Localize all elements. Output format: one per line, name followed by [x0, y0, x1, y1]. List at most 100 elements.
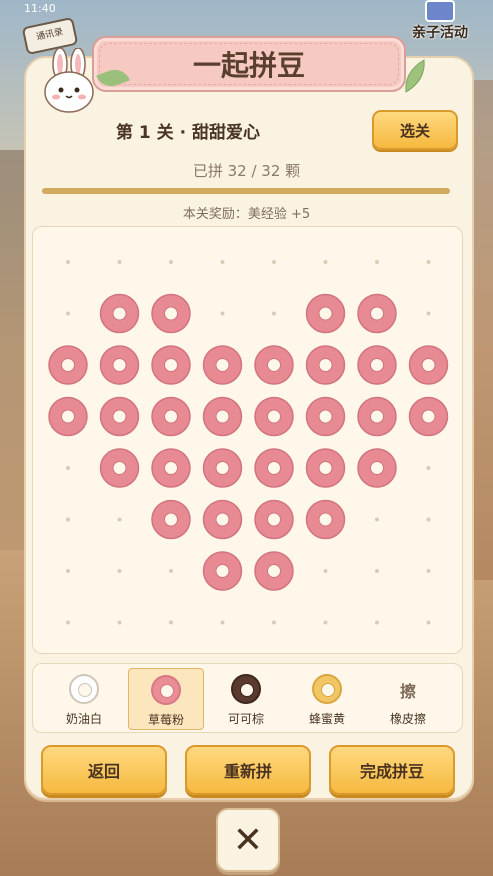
color-palette: 奶油白 草莓粉 可可棕 蜂蜜黄 擦橡皮擦	[32, 663, 463, 733]
progress-text: 已拼 32 / 32 颗	[192, 162, 301, 180]
color-strawberry-pink-bead-icon	[151, 675, 181, 705]
empty-peg[interactable]	[66, 517, 70, 522]
bead-pink[interactable]	[254, 551, 294, 591]
empty-peg[interactable]	[426, 260, 431, 264]
reward-text: 本关奖励：美经验 +5	[182, 207, 311, 222]
bead-pink[interactable]	[202, 551, 243, 591]
swatch-label: 橡皮擦	[389, 712, 426, 726]
empty-peg[interactable]	[66, 466, 70, 470]
bead-pink[interactable]	[202, 396, 243, 437]
bead-pink[interactable]	[357, 448, 397, 488]
empty-peg[interactable]	[169, 260, 173, 264]
bunny-icon	[44, 48, 94, 113]
bead-pink[interactable]	[305, 396, 346, 437]
empty-peg[interactable]	[169, 620, 173, 625]
empty-peg[interactable]	[169, 569, 173, 573]
progress-bar	[42, 188, 450, 194]
empty-peg[interactable]	[323, 569, 328, 573]
bead-pink[interactable]	[305, 345, 346, 385]
empty-peg[interactable]	[426, 466, 431, 470]
bead-pink[interactable]	[151, 293, 191, 334]
family-activity-button[interactable]: 亲子活动	[405, 0, 475, 41]
bead-pink[interactable]	[408, 396, 449, 437]
color-cocoa-brown-bead-icon	[231, 674, 261, 704]
empty-peg[interactable]	[117, 569, 122, 573]
swatch-label: 草莓粉	[147, 713, 184, 727]
empty-peg[interactable]	[375, 260, 379, 264]
bead-pink[interactable]	[48, 345, 88, 385]
swatch-label: 奶油白	[65, 712, 102, 726]
empty-peg[interactable]	[272, 620, 276, 625]
eraser-icon: 擦	[399, 682, 416, 701]
restart-button[interactable]: 重新拼	[185, 745, 311, 795]
empty-peg[interactable]	[426, 517, 431, 522]
bead-pink[interactable]	[408, 345, 449, 385]
bead-pink[interactable]	[254, 448, 294, 488]
back-button[interactable]: 返回	[41, 745, 167, 795]
empty-peg[interactable]	[66, 569, 70, 573]
empty-peg[interactable]	[220, 260, 225, 264]
bead-pink[interactable]	[202, 499, 243, 540]
select-level-button[interactable]: 选关	[372, 110, 458, 150]
empty-peg[interactable]	[117, 620, 122, 625]
empty-peg[interactable]	[220, 311, 225, 316]
empty-peg[interactable]	[66, 620, 70, 625]
bead-pink[interactable]	[151, 448, 191, 488]
activity-icon	[425, 0, 455, 22]
bead-pink[interactable]	[99, 396, 140, 437]
bead-pink[interactable]	[357, 345, 397, 385]
empty-peg[interactable]	[323, 620, 328, 625]
progress-fill	[42, 188, 450, 194]
leaf-right-icon	[405, 59, 425, 93]
color-cream-white-bead-icon	[69, 674, 99, 704]
bead-pink[interactable]	[151, 499, 191, 540]
bead-pink[interactable]	[99, 293, 140, 334]
status-time: 11:40	[24, 2, 56, 15]
bead-pink[interactable]	[254, 345, 294, 385]
bead-pink[interactable]	[99, 448, 140, 488]
close-button[interactable]: ✕	[216, 808, 280, 872]
empty-peg[interactable]	[272, 260, 276, 264]
page-title: 一起拼豆	[192, 49, 305, 82]
bead-pink[interactable]	[305, 499, 346, 540]
bead-pink[interactable]	[305, 448, 346, 488]
color-strawberry-pink-swatch[interactable]: 草莓粉	[128, 668, 204, 730]
level-label: 第 1 关 · 甜甜爱心	[116, 123, 260, 143]
bead-pink[interactable]	[99, 345, 140, 385]
swatch-label: 可可棕	[227, 712, 264, 726]
empty-peg[interactable]	[375, 569, 379, 573]
empty-peg[interactable]	[426, 311, 431, 316]
empty-peg[interactable]	[117, 517, 122, 522]
empty-peg[interactable]	[375, 517, 379, 522]
color-honey-yellow-swatch[interactable]: 蜂蜜黄	[290, 668, 364, 728]
bead-grid[interactable]	[33, 227, 462, 653]
bead-pink[interactable]	[202, 345, 243, 385]
empty-peg[interactable]	[375, 620, 379, 625]
empty-peg[interactable]	[426, 569, 431, 573]
empty-peg[interactable]	[426, 620, 431, 625]
eraser-swatch[interactable]: 擦橡皮擦	[371, 668, 445, 728]
empty-peg[interactable]	[272, 311, 276, 316]
bead-board[interactable]	[32, 226, 463, 654]
bead-pink[interactable]	[151, 345, 191, 385]
bead-pink[interactable]	[357, 396, 397, 437]
empty-peg[interactable]	[323, 260, 328, 264]
empty-peg[interactable]	[66, 311, 70, 316]
empty-peg[interactable]	[66, 260, 70, 264]
bead-pink[interactable]	[254, 396, 294, 437]
bead-pink[interactable]	[48, 396, 88, 437]
empty-peg[interactable]	[117, 260, 122, 264]
color-honey-yellow-bead-icon	[312, 674, 342, 704]
color-cocoa-brown-swatch[interactable]: 可可棕	[209, 668, 283, 728]
bead-pink[interactable]	[357, 293, 397, 334]
title-ribbon: 一起拼豆	[92, 36, 406, 92]
empty-peg[interactable]	[220, 620, 225, 625]
bead-pink[interactable]	[305, 293, 346, 334]
close-icon: ✕	[232, 819, 264, 861]
bead-pink[interactable]	[202, 448, 243, 488]
activity-label: 亲子活动	[412, 25, 468, 41]
finish-button[interactable]: 完成拼豆	[329, 745, 455, 795]
bead-pink[interactable]	[254, 499, 294, 540]
color-cream-white-swatch[interactable]: 奶油白	[47, 668, 121, 728]
bead-pink[interactable]	[151, 396, 191, 437]
